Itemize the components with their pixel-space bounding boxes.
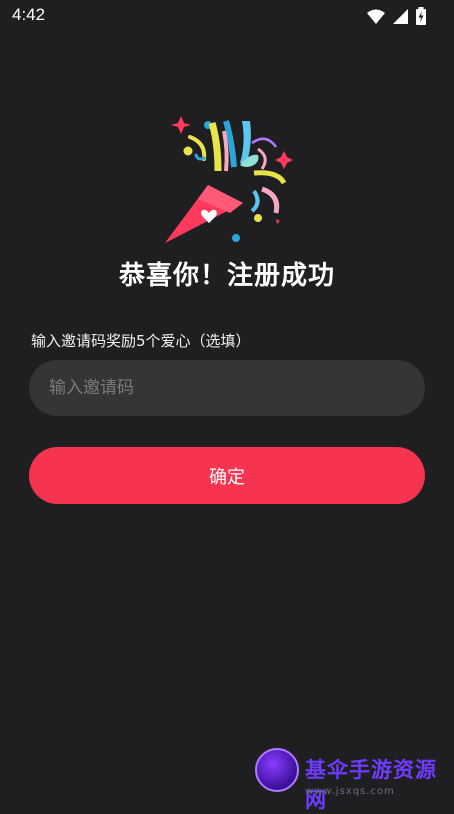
confirm-button[interactable]: 确定	[29, 447, 425, 504]
invite-code-label: 输入邀请码奖励5个爱心（选填）	[31, 332, 251, 350]
success-title: 恭喜你！注册成功	[118, 261, 335, 291]
watermark-logo-icon	[255, 748, 299, 792]
watermark-url: www.jsxqs.com	[305, 786, 395, 797]
watermark-text: 基伞手游资源网	[305, 758, 437, 812]
status-bar: 4:42	[0, 0, 454, 34]
battery-charging-icon	[416, 7, 426, 25]
watermark: 基伞手游资源网 www.jsxqs.com	[255, 748, 454, 812]
party-popper-icon	[165, 116, 293, 243]
invite-code-input[interactable]	[29, 360, 425, 416]
status-time: 4:42	[12, 5, 46, 24]
wifi-icon	[367, 9, 385, 24]
signal-icon	[393, 8, 408, 24]
status-icons	[367, 7, 426, 25]
